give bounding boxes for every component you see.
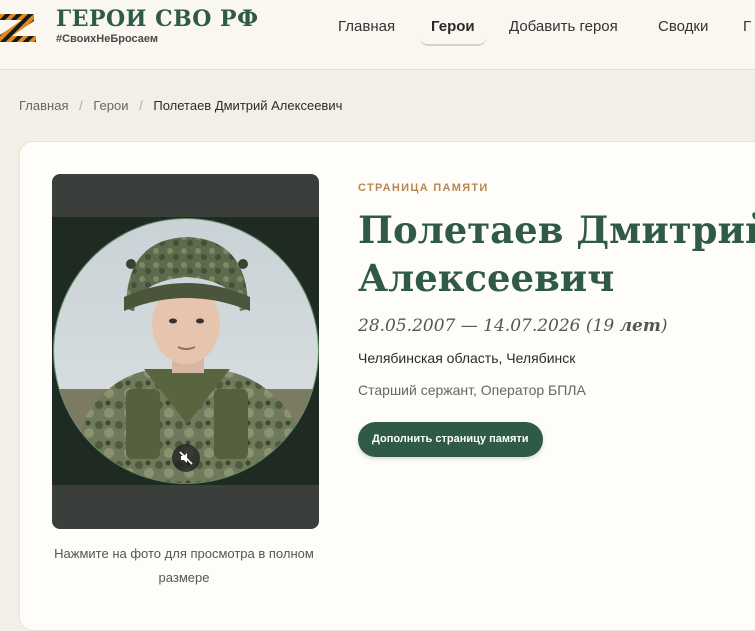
hero-region: Челябинская область, Челябинск — [358, 350, 576, 366]
page-eyebrow: СТРАНИЦА ПАМЯТИ — [358, 182, 489, 194]
breadcrumb-home[interactable]: Главная — [19, 98, 68, 113]
brand-title[interactable]: ГЕРОИ СВО РФ — [56, 6, 258, 32]
age-open: ( — [585, 316, 593, 336]
hero-info: СТРАНИЦА ПАМЯТИ Полетаев Дмитрий Алексее… — [358, 182, 755, 457]
photo-caption: Нажмите на фото для просмотра в полном р… — [54, 546, 314, 585]
hero-name: Полетаев Дмитрий Алексеевич — [358, 206, 755, 302]
hero-rank: Старший сержант, Оператор БПЛА — [358, 382, 586, 398]
nav-item-more[interactable]: Г — [743, 14, 751, 46]
brand-tagline: #СвоихНеБросаем — [56, 33, 159, 45]
add-memory-button[interactable]: Дополнить страницу памяти — [358, 422, 543, 457]
birth-date: 28.05.2007 — [358, 316, 456, 336]
breadcrumb-heroes[interactable]: Герои — [93, 98, 128, 113]
nav-item-heroes[interactable]: Герои — [420, 14, 486, 46]
hero-name-line1: Полетаев Дмитрий — [358, 208, 755, 252]
hero-name-line2: Алексеевич — [358, 256, 615, 300]
site-header: ГЕРОИ СВО РФ #СвоихНеБросаем Главная Гер… — [0, 0, 755, 70]
breadcrumb-separator: / — [139, 98, 143, 113]
age-value: 19 — [592, 316, 615, 336]
hero-photo[interactable] — [52, 174, 319, 529]
nav-item-reports[interactable]: Сводки — [658, 14, 708, 46]
life-dates: 28.05.2007 — 14.07.2026 (19 лет) — [358, 316, 755, 336]
age-unit: лет — [619, 316, 661, 336]
breadcrumb-separator: / — [79, 98, 83, 113]
memorial-card: Нажмите на фото для просмотра в полном р… — [19, 141, 755, 631]
z-logo-icon[interactable] — [0, 8, 40, 44]
nav-item-add-hero[interactable]: Добавить героя — [509, 14, 618, 46]
muted-speaker-icon — [179, 451, 193, 465]
age-close: ) — [660, 316, 668, 336]
date-dash: — — [460, 316, 484, 336]
death-date: 14.07.2026 — [483, 316, 581, 336]
breadcrumb: Главная / Герои / Полетаев Дмитрий Алекс… — [19, 98, 342, 113]
mute-toggle[interactable] — [172, 444, 200, 472]
nav-item-home[interactable]: Главная — [338, 14, 395, 46]
breadcrumb-current: Полетаев Дмитрий Алексеевич — [153, 98, 343, 113]
